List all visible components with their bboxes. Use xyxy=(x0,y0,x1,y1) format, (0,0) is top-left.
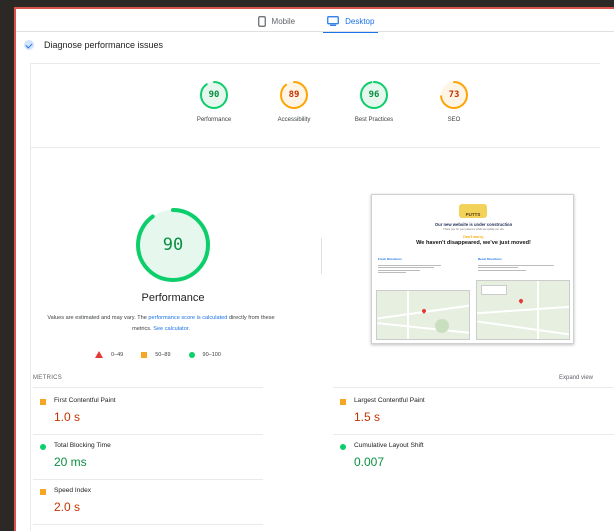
tab-desktop[interactable]: Desktop xyxy=(323,9,379,33)
gauge-best-practices[interactable]: 96 Best Practices xyxy=(334,80,414,123)
vertical-divider xyxy=(321,238,322,274)
diagnose-header[interactable]: Diagnose performance issues xyxy=(24,40,163,50)
site-heading: Our new website is under construction xyxy=(434,222,513,227)
metric-name: First Contentful Paint xyxy=(54,397,116,404)
green-circle-icon xyxy=(340,444,346,450)
legend-label: 50–89 xyxy=(155,351,171,358)
site-headline: We haven't disappeared, we've just moved… xyxy=(416,240,531,246)
site-tagline: Don't worry, xyxy=(463,235,484,239)
section-divider xyxy=(30,147,600,148)
gauge-label: Best Practices xyxy=(354,117,394,123)
gauge-value: 89 xyxy=(288,90,300,100)
tab-mobile-label: Mobile xyxy=(271,16,296,26)
metrics-divider xyxy=(33,479,263,480)
orange-square-icon xyxy=(340,399,346,405)
page-screenshot-thumbnail: PUTTS Our new website is under construct… xyxy=(371,194,574,344)
gauge-value: 90 xyxy=(208,90,220,100)
metrics-divider xyxy=(333,434,614,435)
metric-name: Cumulative Layout Shift xyxy=(354,442,424,449)
device-tabs: Mobile Desktop xyxy=(16,9,614,33)
gauge-value: 96 xyxy=(368,90,380,100)
metric-speed-index: Speed Index 2.0 s xyxy=(40,487,290,519)
site-left-text-lines xyxy=(378,263,448,281)
tabs-divider xyxy=(16,31,614,32)
gauge-seo[interactable]: 73 SEO xyxy=(414,80,494,123)
score-note: Values are estimated and may vary. The p… xyxy=(45,313,277,335)
metrics-divider xyxy=(33,434,263,435)
orange-square-icon xyxy=(40,489,46,495)
gauge-ring: 89 xyxy=(279,80,309,110)
metric-name: Speed Index xyxy=(54,487,92,494)
green-circle-icon xyxy=(188,351,195,358)
score-gauges: 90 Performance 89 Accessibility 96 Best … xyxy=(174,80,494,123)
site-left-column: Fresh Directions xyxy=(378,257,466,261)
metric-lcp: Largest Contentful Paint 1.5 s xyxy=(340,397,590,429)
orange-square-icon xyxy=(141,351,148,358)
performance-gauge-large: 90 xyxy=(133,205,213,285)
metrics-divider xyxy=(333,387,614,388)
expand-view-button[interactable]: Expand view xyxy=(559,375,593,381)
metrics-divider xyxy=(33,387,263,388)
site-right-title: Reset Directions xyxy=(478,257,502,261)
metric-value: 20 ms xyxy=(54,455,87,469)
site-map-right xyxy=(476,280,570,340)
site-left-title: Fresh Directions xyxy=(378,257,402,261)
diagnose-label: Diagnose performance issues xyxy=(44,40,164,50)
metric-value: 1.0 s xyxy=(54,410,81,424)
score-legend: 0–49 50–89 90–100 xyxy=(95,351,221,358)
metric-value: 0.007 xyxy=(354,455,385,469)
gauge-accessibility[interactable]: 89 Accessibility xyxy=(254,80,334,123)
metrics-header: METRICS xyxy=(33,375,63,381)
metric-value: 2.0 s xyxy=(54,500,81,514)
legend-label: 0–49 xyxy=(111,351,124,358)
gauge-label: SEO xyxy=(447,117,461,123)
metric-name: Largest Contentful Paint xyxy=(354,397,425,404)
gauge-label: Performance xyxy=(196,117,232,123)
red-triangle-icon xyxy=(95,351,103,358)
legend-label: 90–100 xyxy=(202,351,221,358)
see-calculator-link[interactable]: See calculator. xyxy=(153,326,190,332)
tab-mobile[interactable]: Mobile xyxy=(254,9,300,33)
metric-value: 1.5 s xyxy=(354,410,381,424)
green-circle-icon xyxy=(40,444,46,450)
tab-desktop-label: Desktop xyxy=(345,16,375,26)
legend-poor: 0–49 xyxy=(95,351,123,358)
gauge-label: Accessibility xyxy=(277,117,311,123)
site-subheading: Thank you for your patience while we upd… xyxy=(443,228,504,231)
phone-icon xyxy=(257,15,266,27)
gauge-performance[interactable]: 90 Performance xyxy=(174,80,254,123)
score-calc-link[interactable]: performance score is calculated xyxy=(148,315,227,321)
note-text-1: Values are estimated and may vary. The xyxy=(47,315,149,321)
performance-title: Performance xyxy=(141,292,205,304)
orange-square-icon xyxy=(40,399,46,405)
metric-cls: Cumulative Layout Shift 0.007 xyxy=(340,442,590,474)
site-logo-text: PUTTS xyxy=(465,212,481,217)
site-right-text-lines xyxy=(478,263,558,281)
diagnose-icon xyxy=(24,40,34,50)
metric-name: Total Blocking Time xyxy=(54,442,111,449)
gauge-ring: 73 xyxy=(439,80,469,110)
metric-fcp: First Contentful Paint 1.0 s xyxy=(40,397,290,429)
desktop-icon xyxy=(327,16,339,26)
gauge-value: 73 xyxy=(448,90,460,100)
performance-score: 90 xyxy=(162,235,184,255)
gauge-ring: 90 xyxy=(199,80,229,110)
metric-tbt: Total Blocking Time 20 ms xyxy=(40,442,290,474)
metrics-divider xyxy=(33,524,263,525)
site-map-left xyxy=(376,290,470,340)
legend-average: 50–89 xyxy=(141,351,171,358)
site-right-column: Reset Directions xyxy=(478,257,566,261)
legend-good: 90–100 xyxy=(188,351,221,358)
gauge-ring: 96 xyxy=(359,80,389,110)
